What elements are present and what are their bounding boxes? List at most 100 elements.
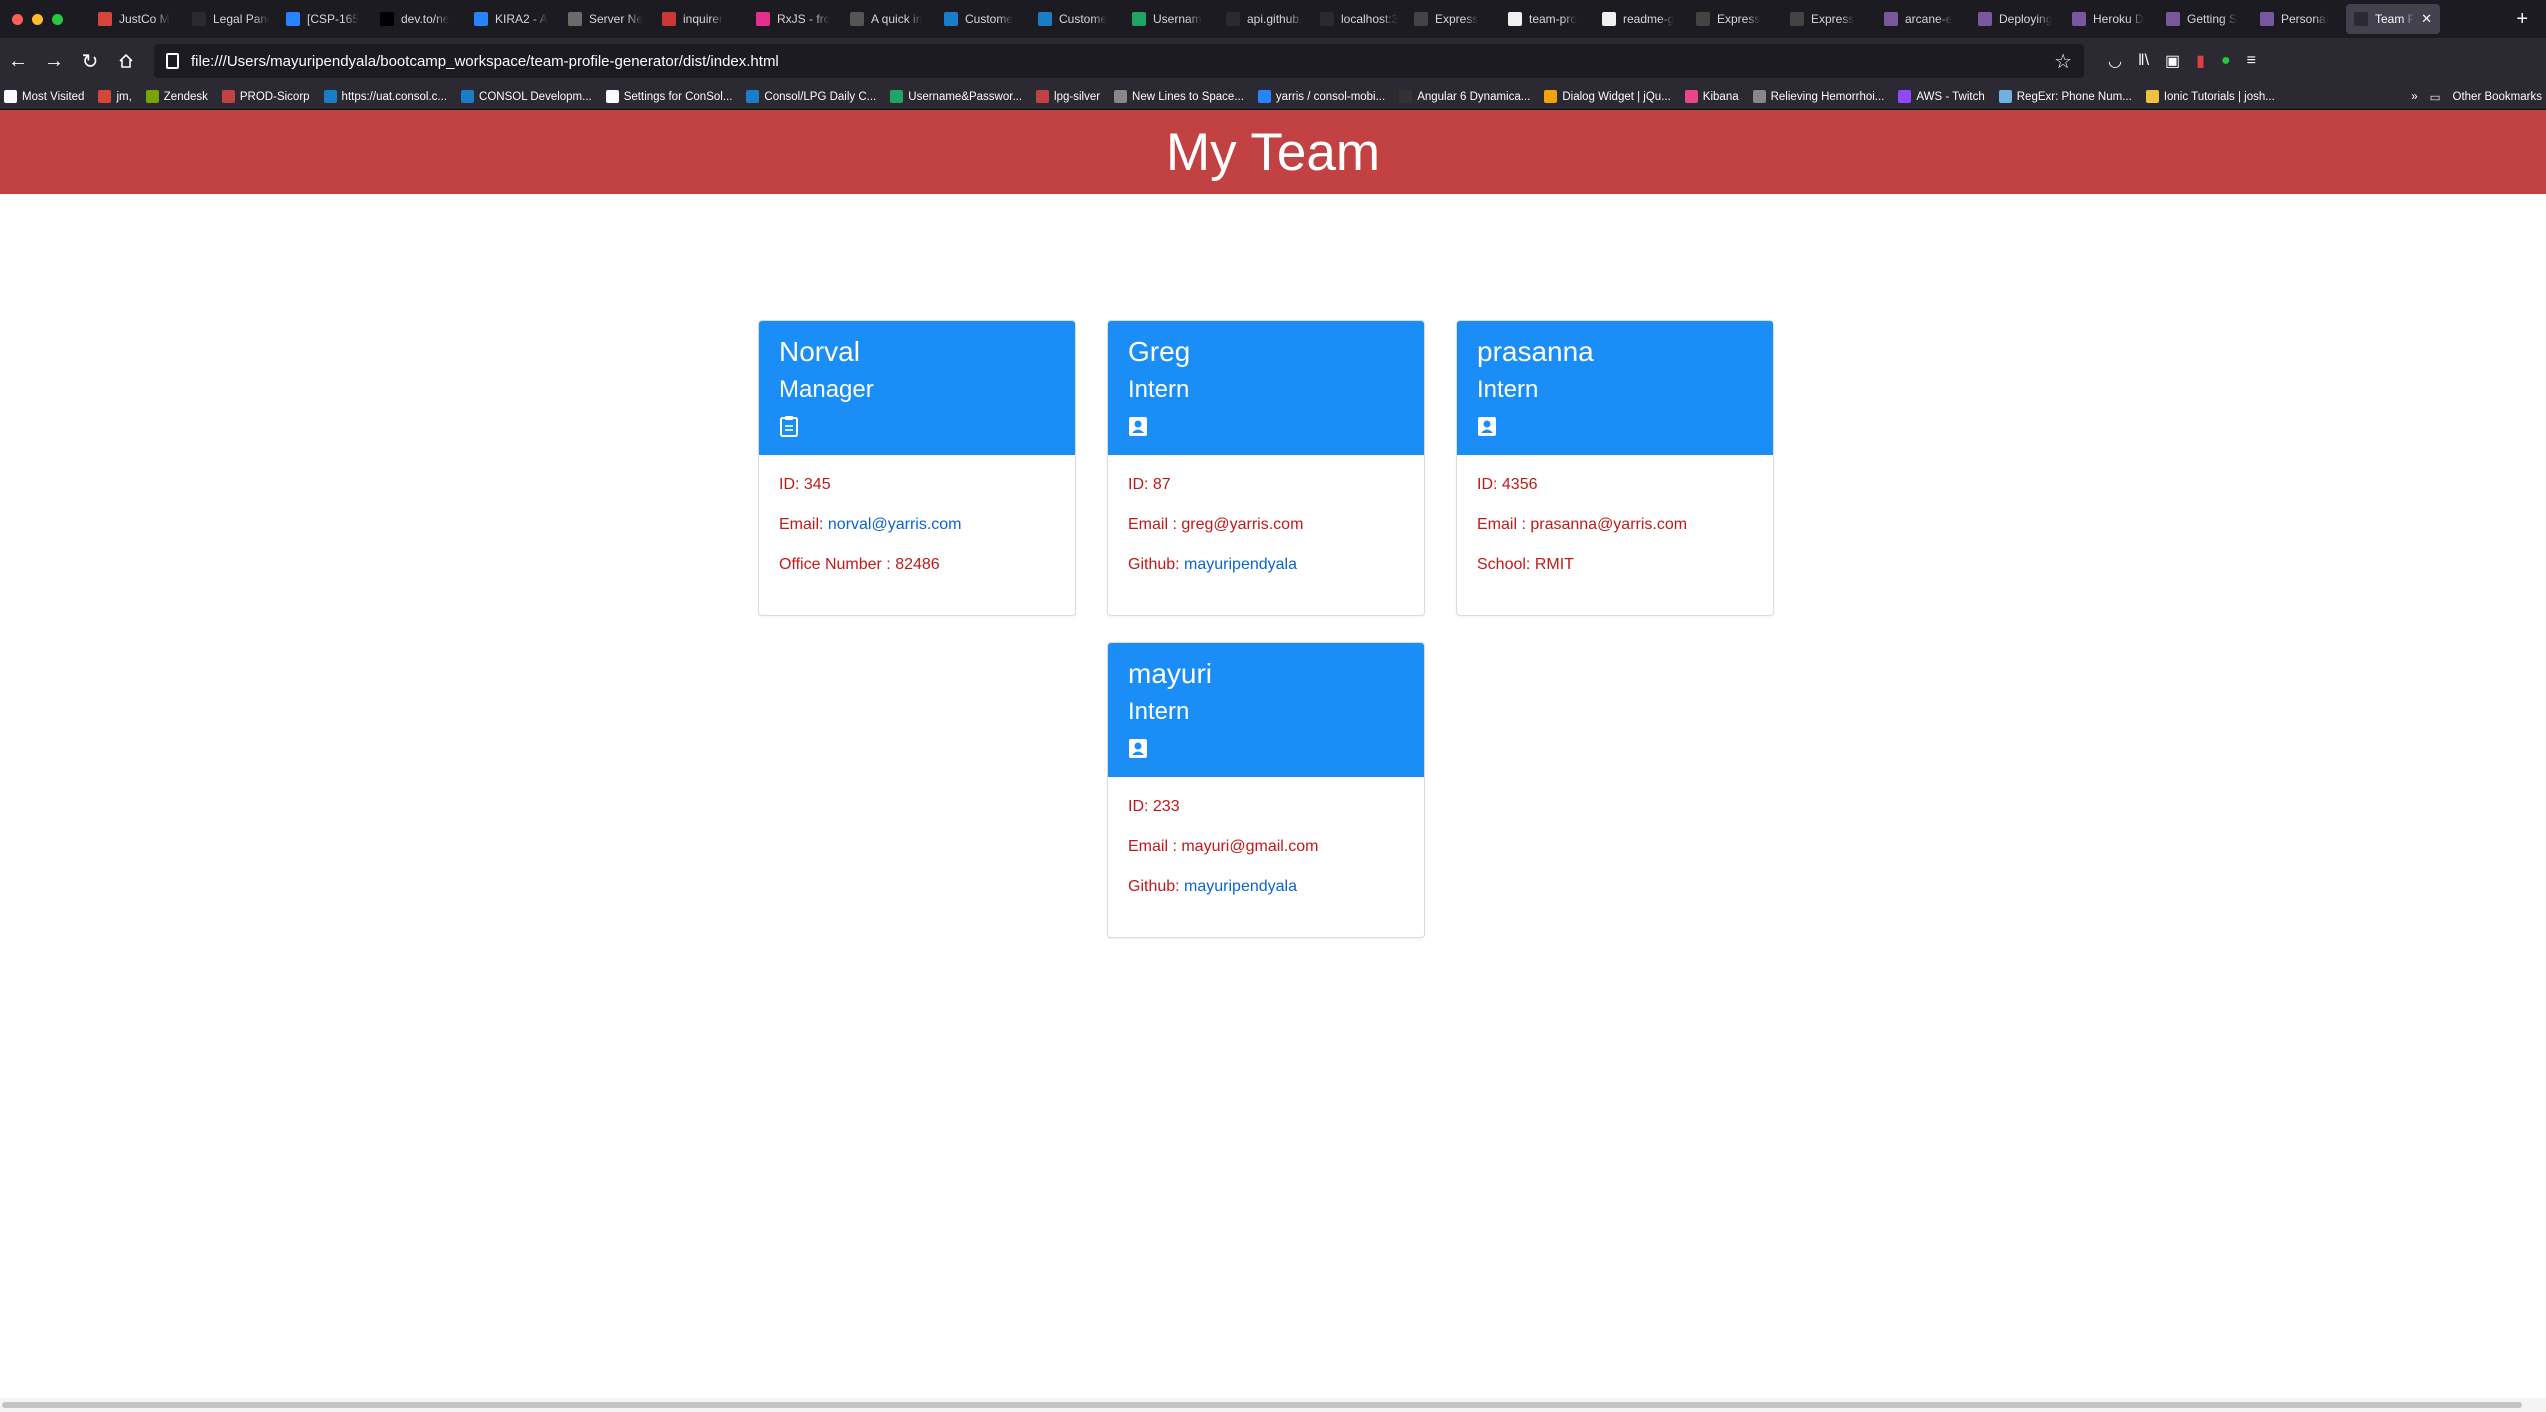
bookmark-item[interactable]: jm, xyxy=(98,90,132,103)
browser-tab[interactable]: Heroku D xyxy=(2064,4,2158,34)
github-link[interactable]: mayuripendyala xyxy=(1184,556,1297,573)
browser-tab[interactable]: [CSP-165 xyxy=(278,4,372,34)
bookmark-item[interactable]: Username&Passwor... xyxy=(890,90,1022,103)
browser-tab[interactable]: inquirer xyxy=(654,4,748,34)
tab-label: readme-g xyxy=(1623,12,1675,26)
clipboard-icon xyxy=(779,415,799,437)
employee-name: mayuri xyxy=(1128,658,1213,689)
horizontal-scrollbar[interactable] xyxy=(0,1398,2546,1412)
bookmark-favicon-icon xyxy=(1036,90,1050,103)
library-icon[interactable]: ‖\ xyxy=(2138,52,2149,70)
bookmark-item[interactable]: Settings for ConSol... xyxy=(605,90,733,103)
browser-tab-bar: JustCo M Legal Panel C [CSP-165 dev.to/ne KI… xyxy=(0,0,2546,38)
employee-extra: Office Number : 82486 xyxy=(779,555,1055,575)
bookmark-label: Settings for ConSol... xyxy=(623,90,733,103)
bookmark-item[interactable]: Dialog Widget | jQu... xyxy=(1544,90,1671,103)
tab-label: Deploying xyxy=(1999,12,2053,26)
email-link[interactable]: norval@yarris.com xyxy=(828,516,962,533)
browser-tab[interactable]: Express xyxy=(1406,4,1500,34)
tab-label: localhost:300 xyxy=(1341,12,1398,26)
employee-id: ID: 233 xyxy=(1128,797,1404,817)
browser-tab[interactable]: Server Ne xyxy=(560,4,654,34)
maximize-window-button[interactable] xyxy=(52,13,63,25)
browser-tab[interactable]: arcane-e xyxy=(1876,4,1970,34)
bookmark-item[interactable]: Angular 6 Dynamica... xyxy=(1399,90,1530,103)
new-tab-button[interactable]: + xyxy=(2498,8,2546,31)
bookmark-item[interactable]: Relieving Hemorrhoi... xyxy=(1752,90,1884,103)
card-body: ID: 87 Email : greg@yarris.com Github: may… xyxy=(1108,455,1424,615)
card-body: ID: 345 Email: norval@yarris.com Office Nu… xyxy=(759,455,1075,615)
extension-check-icon[interactable]: ● xyxy=(2221,52,2231,70)
bookmarks-overflow-icon[interactable]: » xyxy=(2411,91,2417,103)
bookmark-item[interactable]: yarris / consol-mobi... xyxy=(1257,90,1385,103)
employee-email: Email: norval@yarris.com xyxy=(779,515,1055,535)
browser-tab[interactable]: Usernam xyxy=(1124,4,1218,34)
tab-favicon-icon xyxy=(2260,12,2274,26)
bookmark-item[interactable]: AWS - Twitch xyxy=(1898,90,1985,103)
bookmark-label: Username&Passwor... xyxy=(908,90,1023,103)
tab-label: Usernam xyxy=(1153,12,1202,26)
close-tab-icon[interactable]: ✕ xyxy=(2421,11,2432,27)
employee-card: Greg Intern ID: 87 Email : greg@yarris.com G… xyxy=(1107,320,1425,616)
bookmark-item[interactable]: PROD-Sicorp xyxy=(221,90,310,103)
bookmark-item[interactable]: Consol/LPG Daily C... xyxy=(746,90,876,103)
browser-tab[interactable]: Express xyxy=(1782,4,1876,34)
bookmark-item[interactable]: Ionic Tutorials | josh... xyxy=(2145,90,2275,103)
bookmark-favicon-icon xyxy=(145,90,159,103)
tab-favicon-icon xyxy=(756,12,770,26)
employee-id-value: 233 xyxy=(1152,798,1180,815)
tab-favicon-icon xyxy=(380,12,394,26)
page-header: My Team xyxy=(0,110,2546,194)
tab-label: api.github.co xyxy=(1247,12,1304,26)
back-arrow-icon[interactable]: ← xyxy=(0,43,36,79)
bookmark-item[interactable]: CONSOL Developm... xyxy=(461,90,592,103)
bookmark-item[interactable]: https://uat.consol.c... xyxy=(323,90,447,103)
bookmark-item[interactable]: Kibana xyxy=(1684,90,1739,103)
browser-tab[interactable]: Personal xyxy=(2252,4,2346,34)
tab-favicon-icon xyxy=(1132,12,1146,26)
card-body: ID: 233 Email : mayuri@gmail.com Github: m… xyxy=(1108,777,1424,937)
browser-tab[interactable]: Deploying xyxy=(1970,4,2064,34)
address-bar[interactable]: file:///Users/mayuripendyala/bootcamp_wo… xyxy=(154,44,2084,78)
minimize-window-button[interactable] xyxy=(32,13,43,25)
tab-label: JustCo M xyxy=(119,12,170,26)
bookmark-favicon-icon xyxy=(1544,90,1558,103)
bookmark-item[interactable]: lpg-silver xyxy=(1036,90,1100,103)
other-bookmarks[interactable]: Other Bookmarks xyxy=(2453,91,2542,103)
email-value: mayuri@gmail.com xyxy=(1181,838,1319,855)
employee-role: Intern xyxy=(1477,376,1539,403)
bookmark-item[interactable]: Zendesk xyxy=(145,90,208,103)
browser-tab[interactable]: RxJS - fro xyxy=(748,4,842,34)
browser-tab[interactable]: A quick in xyxy=(842,4,936,34)
browser-tab[interactable]: dev.to/ne xyxy=(372,4,466,34)
browser-tab[interactable]: readme-g xyxy=(1594,4,1688,34)
bookmark-star-icon[interactable]: ☆ xyxy=(2054,49,2072,74)
browser-tab[interactable]: Express xyxy=(1688,4,1782,34)
close-window-button[interactable] xyxy=(12,13,23,25)
tab-label: Getting S xyxy=(2187,12,2238,26)
browser-tab[interactable]: Legal Panel C xyxy=(184,4,278,34)
browser-tab[interactable]: KIRA2 - A xyxy=(466,4,560,34)
pocket-icon[interactable]: ◡ xyxy=(2108,51,2122,71)
browser-tab[interactable]: localhost:300 xyxy=(1312,4,1406,34)
browser-tab[interactable]: team-pro xyxy=(1500,4,1594,34)
browser-tab[interactable]: Custome xyxy=(1030,4,1124,34)
forward-arrow-icon[interactable]: → xyxy=(36,43,72,79)
browser-tab[interactable]: api.github.co xyxy=(1218,4,1312,34)
employee-id: ID: 87 xyxy=(1128,475,1404,495)
browser-tab[interactable]: Getting S xyxy=(2158,4,2252,34)
sidebar-icon[interactable]: ▣ xyxy=(2165,51,2180,71)
bookmark-item[interactable]: New Lines to Space... xyxy=(1114,90,1244,103)
employee-extra: Github: mayuripendyala xyxy=(1128,877,1404,897)
bookmark-item[interactable]: Most Visited xyxy=(4,90,84,103)
browser-tab[interactable]: JustCo M xyxy=(90,4,184,34)
browser-tab[interactable]: Custome xyxy=(936,4,1030,34)
browser-tab[interactable]: Team Profil ✕ xyxy=(2346,4,2440,34)
reload-icon[interactable]: ↻ xyxy=(72,43,108,79)
bookmark-item[interactable]: RegExr: Phone Num... xyxy=(1998,90,2132,103)
extension-icon[interactable]: ▮ xyxy=(2196,51,2205,71)
home-icon[interactable] xyxy=(108,43,144,79)
scrollbar-thumb[interactable] xyxy=(2,1402,2522,1408)
github-link[interactable]: mayuripendyala xyxy=(1184,878,1297,895)
menu-icon[interactable]: ≡ xyxy=(2247,52,2256,70)
